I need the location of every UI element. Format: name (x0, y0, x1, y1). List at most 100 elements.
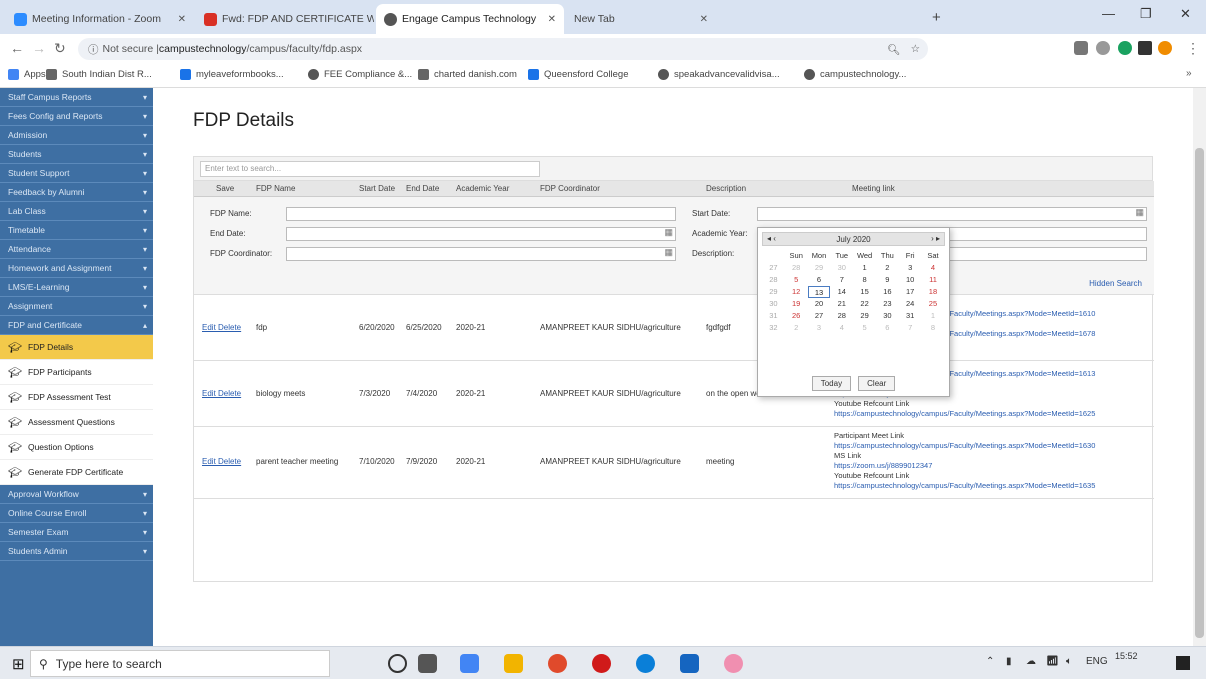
sidebar-item[interactable]: Students ▾ (0, 145, 153, 164)
maximize-icon[interactable]: ❐ (1140, 6, 1152, 22)
column-header[interactable]: FDP Coordinator (540, 184, 600, 193)
volume-icon[interactable]: 🔈︎ (1066, 656, 1072, 667)
chrome-apps-icon[interactable] (460, 654, 479, 673)
sidebar-subitem[interactable]: 🎓︎ FDP Participants (0, 360, 153, 385)
sidebar-item[interactable]: Assignment ▾ (0, 297, 153, 316)
calendar-day[interactable]: 27 (808, 310, 831, 322)
sidebar-subitem-fdp-details[interactable]: 🎓︎ FDP Details (0, 335, 153, 360)
calendar-day[interactable]: 30 (876, 310, 899, 322)
calendar-day[interactable]: 19 (785, 298, 808, 310)
calendar-day[interactable]: 6 (876, 322, 899, 334)
column-header[interactable]: FDP Name (256, 184, 295, 193)
sidebar-item[interactable]: Homework and Assignment ▾ (0, 259, 153, 278)
battery-icon[interactable]: ▮ (1006, 656, 1012, 667)
cortana-icon[interactable] (388, 654, 407, 673)
calendar-day[interactable]: 7 (830, 274, 853, 286)
bookmark-item[interactable]: FEE Compliance &... (308, 69, 412, 80)
calendar-day[interactable]: 3 (808, 322, 831, 334)
calendar-day[interactable]: 13 (807, 286, 831, 298)
meeting-link[interactable]: https://campustechnology/campus/Faculty/… (834, 481, 1152, 491)
start-date-input[interactable] (757, 207, 1147, 221)
meeting-link[interactable]: https://zoom.us/j/8899012347 (834, 461, 1152, 471)
meeting-link[interactable]: https://campustechnology/campus/Faculty/… (834, 441, 1152, 451)
grid-search-input[interactable]: Enter text to search... (200, 161, 540, 177)
close-tab-icon[interactable]: ✕ (178, 14, 186, 25)
calendar-day[interactable]: 2 (785, 322, 808, 334)
sidebar-item[interactable]: Admission ▾ (0, 126, 153, 145)
sidebar-item[interactable]: Staff Campus Reports ▾ (0, 88, 153, 107)
calendar-day[interactable]: 28 (830, 310, 853, 322)
column-header[interactable]: Save (216, 184, 234, 193)
sidebar-item-fdp-certificate[interactable]: FDP and Certificate ▴ (0, 316, 153, 335)
calendar-day[interactable]: 9 (876, 274, 899, 286)
close-tab-icon[interactable]: ✕ (700, 14, 708, 25)
windows-start-icon[interactable]: ⊞ (12, 655, 25, 673)
today-button[interactable]: Today (811, 376, 852, 391)
bookmark-item[interactable]: campustechnology... (804, 69, 906, 80)
zoom-icon[interactable]: 🔍︎ (887, 43, 900, 56)
column-header[interactable]: Academic Year (456, 184, 509, 193)
meeting-link[interactable]: https://campustechnology/campus/Faculty/… (834, 409, 1152, 419)
edit-delete-link[interactable]: Edit Delete (202, 323, 241, 332)
info-icon[interactable]: ⓘ (88, 42, 99, 57)
network-icon[interactable]: 📶︎ (1046, 656, 1059, 667)
taskbar-search-box[interactable]: ⚲ Type here to search (30, 650, 330, 677)
calendar-day[interactable]: 6 (808, 274, 831, 286)
sidebar-item[interactable]: Approval Workflow ▾ (0, 485, 153, 504)
taskbar-clock[interactable]: 15:52 (1115, 650, 1138, 662)
sidebar-item[interactable]: Lab Class ▾ (0, 202, 153, 221)
coordinator-select[interactable] (286, 247, 676, 261)
bookmark-item[interactable]: speakadvancevalidvisa... (658, 69, 780, 80)
calendar-day[interactable]: 1 (853, 262, 876, 274)
calendar-day[interactable]: 29 (808, 262, 831, 274)
extension-icon[interactable] (1074, 41, 1088, 55)
calendar-day[interactable]: 31 (899, 310, 922, 322)
calendar-day[interactable]: 29 (853, 310, 876, 322)
calendar-day[interactable]: 10 (899, 274, 922, 286)
close-tab-icon[interactable]: ✕ (548, 14, 556, 25)
sidebar-subitem[interactable]: 🎓︎ Generate FDP Certificate (0, 460, 153, 485)
minimize-icon[interactable]: — (1102, 6, 1115, 21)
column-header[interactable]: Meeting link (852, 184, 895, 193)
bookmarks-overflow-icon[interactable]: » (1186, 68, 1192, 79)
calendar-day[interactable]: 22 (853, 298, 876, 310)
edit-delete-link[interactable]: Edit Delete (202, 389, 241, 398)
task-view-icon[interactable] (418, 654, 437, 673)
column-header[interactable]: Start Date (359, 184, 395, 193)
calendar-day[interactable]: 25 (922, 298, 945, 310)
next-month-icon[interactable]: › ▸ (931, 234, 940, 243)
calendar-day[interactable]: 2 (876, 262, 899, 274)
scrollbar-thumb[interactable] (1195, 148, 1204, 638)
hidden-search-link[interactable]: Hidden Search (1089, 279, 1142, 288)
extensions-puzzle-icon[interactable] (1138, 41, 1152, 55)
calendar-day[interactable]: 7 (899, 322, 922, 334)
file-explorer-icon[interactable] (504, 654, 523, 673)
chrome-icon[interactable] (548, 654, 567, 673)
sidebar-item[interactable]: Students Admin ▾ (0, 542, 153, 561)
profile-avatar[interactable] (1158, 41, 1172, 55)
tab-new-tab[interactable]: New Tab ✕ (566, 4, 716, 34)
date-picker-month-title[interactable]: July 2020 (763, 235, 944, 244)
fdp-name-input[interactable] (286, 207, 676, 221)
reload-icon[interactable]: ↻ (54, 40, 66, 57)
calendar-day[interactable]: 20 (808, 298, 831, 310)
sidebar-item[interactable]: Student Support ▾ (0, 164, 153, 183)
sidebar-item[interactable]: Semester Exam ▾ (0, 523, 153, 542)
calendar-day[interactable]: 30 (830, 262, 853, 274)
outlook-icon[interactable] (680, 654, 699, 673)
menu-dots-icon[interactable]: ⋮ (1186, 40, 1200, 57)
edit-delete-link[interactable]: Edit Delete (202, 457, 241, 466)
sidebar-subitem[interactable]: 🎓︎ Question Options (0, 435, 153, 460)
calendar-day[interactable]: 14 (830, 286, 853, 298)
calendar-day[interactable]: 12 (785, 286, 808, 298)
sidebar-item[interactable]: Fees Config and Reports ▾ (0, 107, 153, 126)
calendar-day[interactable]: 28 (785, 262, 808, 274)
bookmark-item[interactable]: Queensford College (528, 69, 629, 80)
bookmark-item[interactable]: charted danish.com (418, 69, 517, 80)
sidebar-item[interactable]: Online Course Enroll ▾ (0, 504, 153, 523)
forward-arrow-icon[interactable]: → (32, 40, 46, 56)
tab-gmail-fdp[interactable]: Fwd: FDP AND CERTIFICATE WO ✕ (196, 4, 374, 34)
page-scrollbar[interactable] (1193, 88, 1206, 646)
calendar-day[interactable]: 16 (876, 286, 899, 298)
calendar-day[interactable]: 5 (853, 322, 876, 334)
